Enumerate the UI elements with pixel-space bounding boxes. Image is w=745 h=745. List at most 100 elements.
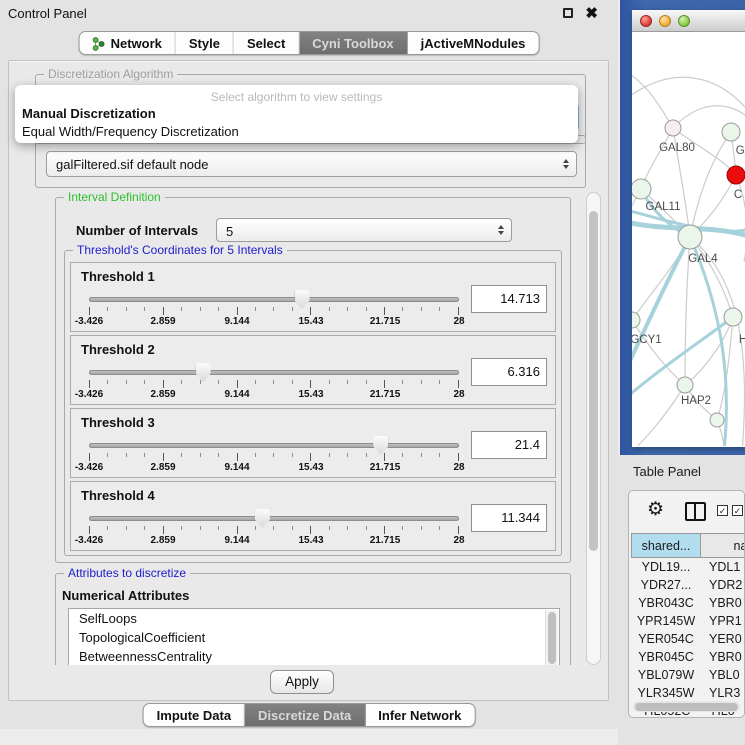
tab-select[interactable]: Select [234, 32, 299, 54]
network-tab-icon [93, 36, 105, 51]
apply-button[interactable]: Apply [270, 670, 334, 694]
attribute-item-selfloops[interactable]: SelfLoops [69, 609, 559, 628]
network-node-hap2[interactable] [677, 377, 693, 393]
zoom-traffic-light-icon[interactable] [678, 15, 690, 27]
network-node-gcy1[interactable] [632, 312, 640, 328]
network-graph: GAL80GACGAL11GAL4GCY1HHAP2 [632, 32, 745, 446]
checkbox-icon[interactable]: ✓ [732, 505, 743, 516]
bottom-tab-discretize-data[interactable]: Discretize Data [245, 704, 365, 726]
network-node-c[interactable] [727, 166, 745, 184]
float-window-icon[interactable] [563, 8, 573, 18]
table-cell: YDL19... [631, 558, 701, 576]
network-node-gal4[interactable] [678, 225, 702, 249]
algorithm-option-equal-width[interactable]: Equal Width/Frequency Discretization [15, 122, 578, 140]
network-edge[interactable] [632, 385, 685, 446]
threshold-value-field[interactable]: 14.713 [471, 285, 547, 313]
slider-track[interactable] [89, 297, 459, 302]
tab-cyni-toolbox[interactable]: Cyni Toolbox [299, 32, 407, 54]
tab-jactivemnodules[interactable]: jActiveMNodules [408, 32, 539, 54]
numerical-attributes-list[interactable]: SelfLoopsTopologicalCoefficientBetweenne… [68, 608, 560, 665]
slider-ticks [89, 307, 459, 315]
threshold-slider[interactable]: -3.4262.8599.14415.4321.71528 [89, 293, 459, 329]
column-header-shared[interactable]: shared... [631, 533, 701, 558]
table-cell: YLR345W [631, 684, 701, 702]
minimize-traffic-light-icon[interactable] [659, 15, 671, 27]
attributes-scrollbar-thumb[interactable] [548, 612, 556, 664]
thresholds-group-title: Threshold's Coordinates for 5 Intervals [73, 243, 287, 257]
table-row[interactable]: YBL079WYBL0 [631, 666, 745, 684]
threshold-label: Threshold 3 [81, 415, 155, 430]
network-node-h[interactable] [724, 308, 742, 326]
numerical-attributes-label: Numerical Attributes [62, 588, 189, 603]
interval-definition-group-title: Interval Definition [64, 192, 165, 204]
table-cell: YER054C [631, 630, 701, 648]
attribute-item-betweennesscentrality[interactable]: BetweennessCentrality [69, 647, 559, 665]
network-edge[interactable] [632, 320, 685, 385]
control-panel-window: Control Panel ✖ NetworkStyleSelectCyni T… [0, 0, 618, 729]
bottom-tab-infer-network[interactable]: Infer Network [365, 704, 474, 726]
discretization-algorithm-group-title: Discretization Algorithm [44, 67, 177, 81]
threshold-slider[interactable]: -3.4262.8599.14415.4321.71528 [89, 512, 459, 548]
threshold-slider[interactable]: -3.4262.8599.14415.4321.71528 [89, 366, 459, 402]
number-of-intervals-value: 5 [226, 224, 233, 239]
combobox-arrows-icon [563, 159, 569, 169]
network-window-titlebar [632, 10, 745, 32]
table-row[interactable]: YLR345WYLR3 [631, 684, 745, 702]
close-icon[interactable]: ✖ [585, 4, 598, 22]
node-table: shared...naYDL19...YDL1YDR27...YDR2YBR04… [631, 533, 745, 718]
slider-tick-labels: -3.4262.8599.14415.4321.71528 [89, 389, 459, 401]
column-header-na[interactable]: na [701, 533, 745, 558]
table-row[interactable]: YBR043CYBR0 [631, 594, 745, 612]
network-node-label: GA [736, 145, 745, 157]
checkbox-icon[interactable]: ✓ [717, 505, 728, 516]
algorithm-option-manual[interactable]: Manual Discretization [15, 104, 578, 122]
network-node-ga[interactable] [722, 123, 740, 141]
tab-label: Cyni Toolbox [312, 36, 393, 51]
threshold-value-field[interactable]: 21.4 [471, 431, 547, 459]
main-scrollbar[interactable] [586, 192, 601, 665]
table-row[interactable]: YDR27...YDR2 [631, 576, 745, 594]
table-horizontal-scrollbar-thumb[interactable] [635, 703, 738, 711]
attributes-group: Attributes to discretize Numerical Attri… [55, 573, 571, 665]
gear-icon[interactable]: ⚙ [647, 498, 664, 521]
network-edge[interactable] [632, 72, 673, 128]
slider-track[interactable] [89, 370, 459, 375]
network-node-gal80[interactable] [665, 120, 681, 136]
algorithm-popup-hint: Select algorithm to view settings [15, 85, 578, 104]
table-row[interactable]: YDL19...YDL1 [631, 558, 745, 576]
table-row[interactable]: YPR145WYPR1 [631, 612, 745, 630]
threshold-value-field[interactable]: 6.316 [471, 358, 547, 386]
slider-track[interactable] [89, 443, 459, 448]
threshold-value-field[interactable]: 11.344 [471, 504, 547, 532]
tab-style[interactable]: Style [176, 32, 234, 54]
main-scrollbar-thumb[interactable] [589, 211, 598, 551]
network-canvas[interactable]: GAL80GACGAL11GAL4GCY1HHAP2 [632, 32, 745, 446]
network-edge-highlighted[interactable] [632, 237, 690, 367]
bottom-tab-label: Infer Network [378, 708, 461, 723]
threshold-panel-2: Threshold 2-3.4262.8599.14415.4321.71528… [70, 335, 556, 405]
threshold-slider[interactable]: -3.4262.8599.14415.4321.71528 [89, 439, 459, 475]
bottom-tab-label: Impute Data [157, 708, 231, 723]
table-data-combobox[interactable]: galFiltered.sif default node [46, 151, 577, 177]
bottom-tab-impute-data[interactable]: Impute Data [144, 704, 245, 726]
network-edge[interactable] [632, 189, 641, 282]
thresholds-group: Threshold's Coordinates for 5 Intervals … [64, 250, 562, 556]
close-traffic-light-icon[interactable] [640, 15, 652, 27]
slider-track[interactable] [89, 516, 459, 521]
table-cell: YBR0 [701, 648, 745, 666]
network-node-gal11[interactable] [632, 179, 651, 199]
table-horizontal-scrollbar[interactable] [633, 701, 740, 712]
table-row[interactable]: YBR045CYBR0 [631, 648, 745, 666]
table-cell: YBL0 [701, 666, 745, 684]
split-columns-icon[interactable] [685, 502, 706, 521]
table-row[interactable]: YER054CYER0 [631, 630, 745, 648]
network-edge[interactable] [690, 132, 731, 237]
top-tab-bar: NetworkStyleSelect Cyni Toolbox jActiveMNo… [79, 31, 540, 55]
network-node-label: GAL11 [646, 201, 681, 213]
attribute-item-topologicalcoefficient[interactable]: TopologicalCoefficient [69, 628, 559, 647]
threshold-panel-1: Threshold 1-3.4262.8599.14415.4321.71528… [70, 262, 556, 332]
tab-network[interactable]: Network [80, 32, 176, 54]
network-node[interactable] [710, 413, 724, 427]
number-of-intervals-combobox[interactable]: 5 [216, 218, 512, 242]
attributes-scrollbar[interactable] [545, 610, 558, 665]
